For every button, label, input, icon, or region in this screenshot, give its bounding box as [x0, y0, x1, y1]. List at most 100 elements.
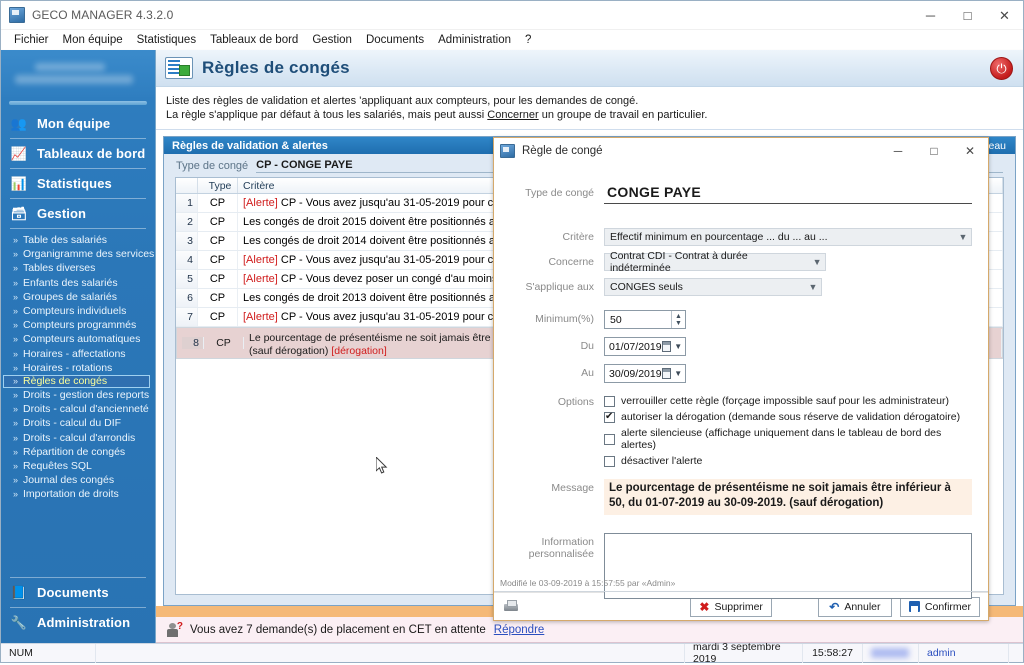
- sidebar-item-requetes-sql[interactable]: » Requêtes SQL: [1, 459, 155, 473]
- sidebar-item-groupes-de-salaries[interactable]: » Groupes de salariés: [1, 290, 155, 304]
- dialog-close-button[interactable]: ✕: [952, 138, 988, 164]
- row-type: CP: [198, 270, 238, 288]
- leave-rule-dialog: Règle de congé ─ □ ✕ Type de congé CONGE…: [493, 137, 989, 621]
- sidebar-item-label: Administration: [37, 615, 131, 630]
- sidebar-item-horaires-rotations[interactable]: » Horaires - rotations: [1, 361, 155, 375]
- application-window: GECO MANAGER 4.3.2.0 ─ □ ✕ Fichier Mon é…: [0, 0, 1024, 665]
- sidebar-item-tables-diverses[interactable]: » Tables diverses: [1, 261, 155, 275]
- option-label: alerte silencieuse (affichage uniquement…: [621, 427, 942, 451]
- repondre-link[interactable]: Répondre: [494, 624, 545, 636]
- sidebar-item-droits-calcul-anciennete[interactable]: » Droits - calcul d'ancienneté: [1, 402, 155, 416]
- menu-item-statistiques[interactable]: Statistiques: [130, 32, 203, 48]
- stepper-arrows-icon[interactable]: ▲ ▼: [671, 311, 685, 328]
- sidebar-item-horaires-affectations[interactable]: » Horaires - affectations: [1, 347, 155, 361]
- power-logout-button[interactable]: [990, 57, 1013, 80]
- page-title: Règles de congés: [202, 58, 350, 77]
- option-desactiver-alerte[interactable]: désactiver l'alerte: [604, 455, 972, 467]
- sidebar-item-documents[interactable]: 📘 Documents: [1, 578, 155, 607]
- sidebar-item-label: Documents: [37, 585, 109, 600]
- bullet-icon: »: [13, 460, 19, 471]
- sidebar-item-organigramme-des-services[interactable]: » Organigramme des services: [1, 247, 155, 261]
- sidebar-item-importation-de-droits[interactable]: » Importation de droits: [1, 487, 155, 501]
- window-titlebar: GECO MANAGER 4.3.2.0 ─ □ ✕: [1, 1, 1023, 30]
- concerne-select[interactable]: Contrat CDI - Contrat à durée indétermin…: [604, 250, 826, 274]
- sidebar-item-droits-calcul-arrondis[interactable]: » Droits - calcul d'arrondis: [1, 430, 155, 444]
- minimum-value: 50: [610, 313, 622, 326]
- critere-select[interactable]: Effectif minimum en pourcentage ... du .…: [604, 228, 972, 246]
- intro-line-2: La règle s'applique par défaut à tous le…: [166, 108, 1013, 122]
- bullet-icon: »: [13, 404, 19, 415]
- option-verrouiller[interactable]: verrouiller cette règle (forçage impossi…: [604, 395, 972, 407]
- annuler-label: Annuler: [844, 600, 881, 613]
- menu-item-gestion[interactable]: Gestion: [305, 32, 359, 48]
- checkbox-verrouiller[interactable]: [604, 395, 615, 407]
- sidebar-item-statistiques[interactable]: 📊 Statistiques: [1, 169, 155, 198]
- sidebar-item-droits-gestion-des-reports[interactable]: » Droits - gestion des reports: [1, 388, 155, 402]
- bullet-icon: »: [13, 334, 19, 345]
- chevron-down-icon[interactable]: ▼: [673, 342, 683, 351]
- checkbox-desactiver-alerte[interactable]: [604, 455, 615, 467]
- checkbox-autoriser-derogation[interactable]: [604, 411, 615, 423]
- concerner-link[interactable]: Concerner: [487, 109, 538, 121]
- annuler-button[interactable]: ↶ Annuler: [817, 596, 892, 617]
- sidebar-item-mon-equipe[interactable]: 👥 Mon équipe: [1, 109, 155, 138]
- option-autoriser-derogation[interactable]: autoriser la dérogation (demande sous ré…: [604, 411, 972, 423]
- sidebar-item-compteurs-individuels[interactable]: » Compteurs individuels: [1, 304, 155, 318]
- field-options: Options verrouiller cette règle (forçage…: [510, 393, 972, 467]
- row-type: CP: [198, 232, 238, 250]
- mouse-cursor: [376, 457, 388, 474]
- sidebar-item-droits-calcul-dif[interactable]: » Droits - calcul du DIF: [1, 416, 155, 430]
- confirmer-label: Confirmer: [924, 600, 971, 613]
- menu-item-help[interactable]: ?: [518, 32, 538, 48]
- field-du: Du 01/07/2019 ▼: [510, 337, 972, 356]
- menu-item-mon-equipe[interactable]: Mon équipe: [56, 32, 130, 48]
- sidebar-item-administration[interactable]: 🔧 Administration: [1, 608, 155, 637]
- sidebar-item-label: Mon équipe: [37, 116, 111, 131]
- sidebar-item-tableaux-de-bord[interactable]: 📈 Tableaux de bord: [1, 139, 155, 168]
- app-logo-icon: [9, 7, 25, 23]
- maximize-button[interactable]: □: [949, 1, 986, 30]
- sidebar-item-compteurs-programmes[interactable]: » Compteurs programmés: [1, 318, 155, 332]
- menu-item-tableaux-de-bord[interactable]: Tableaux de bord: [203, 32, 305, 48]
- supprimer-button[interactable]: ✖ Supprimer: [690, 596, 772, 617]
- sidebar-subnav: » Table des salariés » Organigramme des se…: [1, 229, 155, 501]
- chevron-down-icon: ▼: [958, 232, 968, 242]
- sidebar-item-enfants-des-salaries[interactable]: » Enfants des salariés: [1, 276, 155, 290]
- du-date-input[interactable]: 01/07/2019 ▼: [604, 337, 686, 356]
- sidebar-item-regles-de-conges[interactable]: » Règles de congés: [3, 374, 150, 388]
- calendar-icon[interactable]: [661, 341, 672, 352]
- sidebar-item-label: Tableaux de bord: [37, 146, 146, 161]
- intro-text-before: La règle s'applique par défaut à tous le…: [166, 109, 488, 121]
- sapplique-aux-select[interactable]: CONGES seuls ▼: [604, 278, 822, 296]
- resize-grip[interactable]: [1009, 644, 1023, 663]
- status-user[interactable]: admin: [919, 643, 1009, 663]
- close-button[interactable]: ✕: [986, 1, 1023, 30]
- print-icon[interactable]: [502, 599, 520, 614]
- sidebar-subitem-label: Règles de congés: [23, 375, 108, 388]
- checkbox-alerte-silencieuse[interactable]: [604, 433, 615, 445]
- sidebar-item-compteurs-automatiques[interactable]: » Compteurs automatiques: [1, 332, 155, 346]
- panel-title-label: Règles de validation & alertes: [172, 139, 328, 152]
- calendar-icon[interactable]: [661, 368, 672, 379]
- dialog-maximize-button[interactable]: □: [916, 138, 952, 164]
- minimize-button[interactable]: ─: [912, 1, 949, 30]
- menu-item-fichier[interactable]: Fichier: [7, 32, 56, 48]
- sidebar-item-label: Gestion: [37, 206, 87, 221]
- sidebar-separator: [9, 101, 147, 105]
- chevron-down-icon[interactable]: ▼: [673, 369, 683, 378]
- minimum-stepper[interactable]: 50 ▲ ▼: [604, 310, 686, 329]
- menu-item-administration[interactable]: Administration: [431, 32, 518, 48]
- option-alerte-silencieuse[interactable]: alerte silencieuse (affichage uniquement…: [604, 427, 972, 451]
- sidebar-item-table-des-salaries[interactable]: » Table des salariés: [1, 233, 155, 247]
- sidebar-item-journal-des-conges[interactable]: » Journal des congés: [1, 473, 155, 487]
- sidebar-nav-top: 👥 Mon équipe 📈 Tableaux de bord 📊 Statis…: [1, 107, 155, 229]
- sidebar-item-gestion[interactable]: 🗃 Gestion: [1, 199, 155, 228]
- menu-item-documents[interactable]: Documents: [359, 32, 431, 48]
- intro-text-after: un groupe de travail en particulier.: [538, 109, 708, 121]
- dialog-minimize-button[interactable]: ─: [880, 138, 916, 164]
- sidebar-item-repartition-de-conges[interactable]: » Répartition de congés: [1, 445, 155, 459]
- sidebar: 👥 Mon équipe 📈 Tableaux de bord 📊 Statis…: [1, 50, 156, 643]
- au-date-input[interactable]: 30/09/2019 ▼: [604, 364, 686, 383]
- confirmer-button[interactable]: Confirmer: [899, 596, 980, 617]
- dialog-body: Type de congé CONGE PAYE Critère Effecti…: [494, 164, 988, 599]
